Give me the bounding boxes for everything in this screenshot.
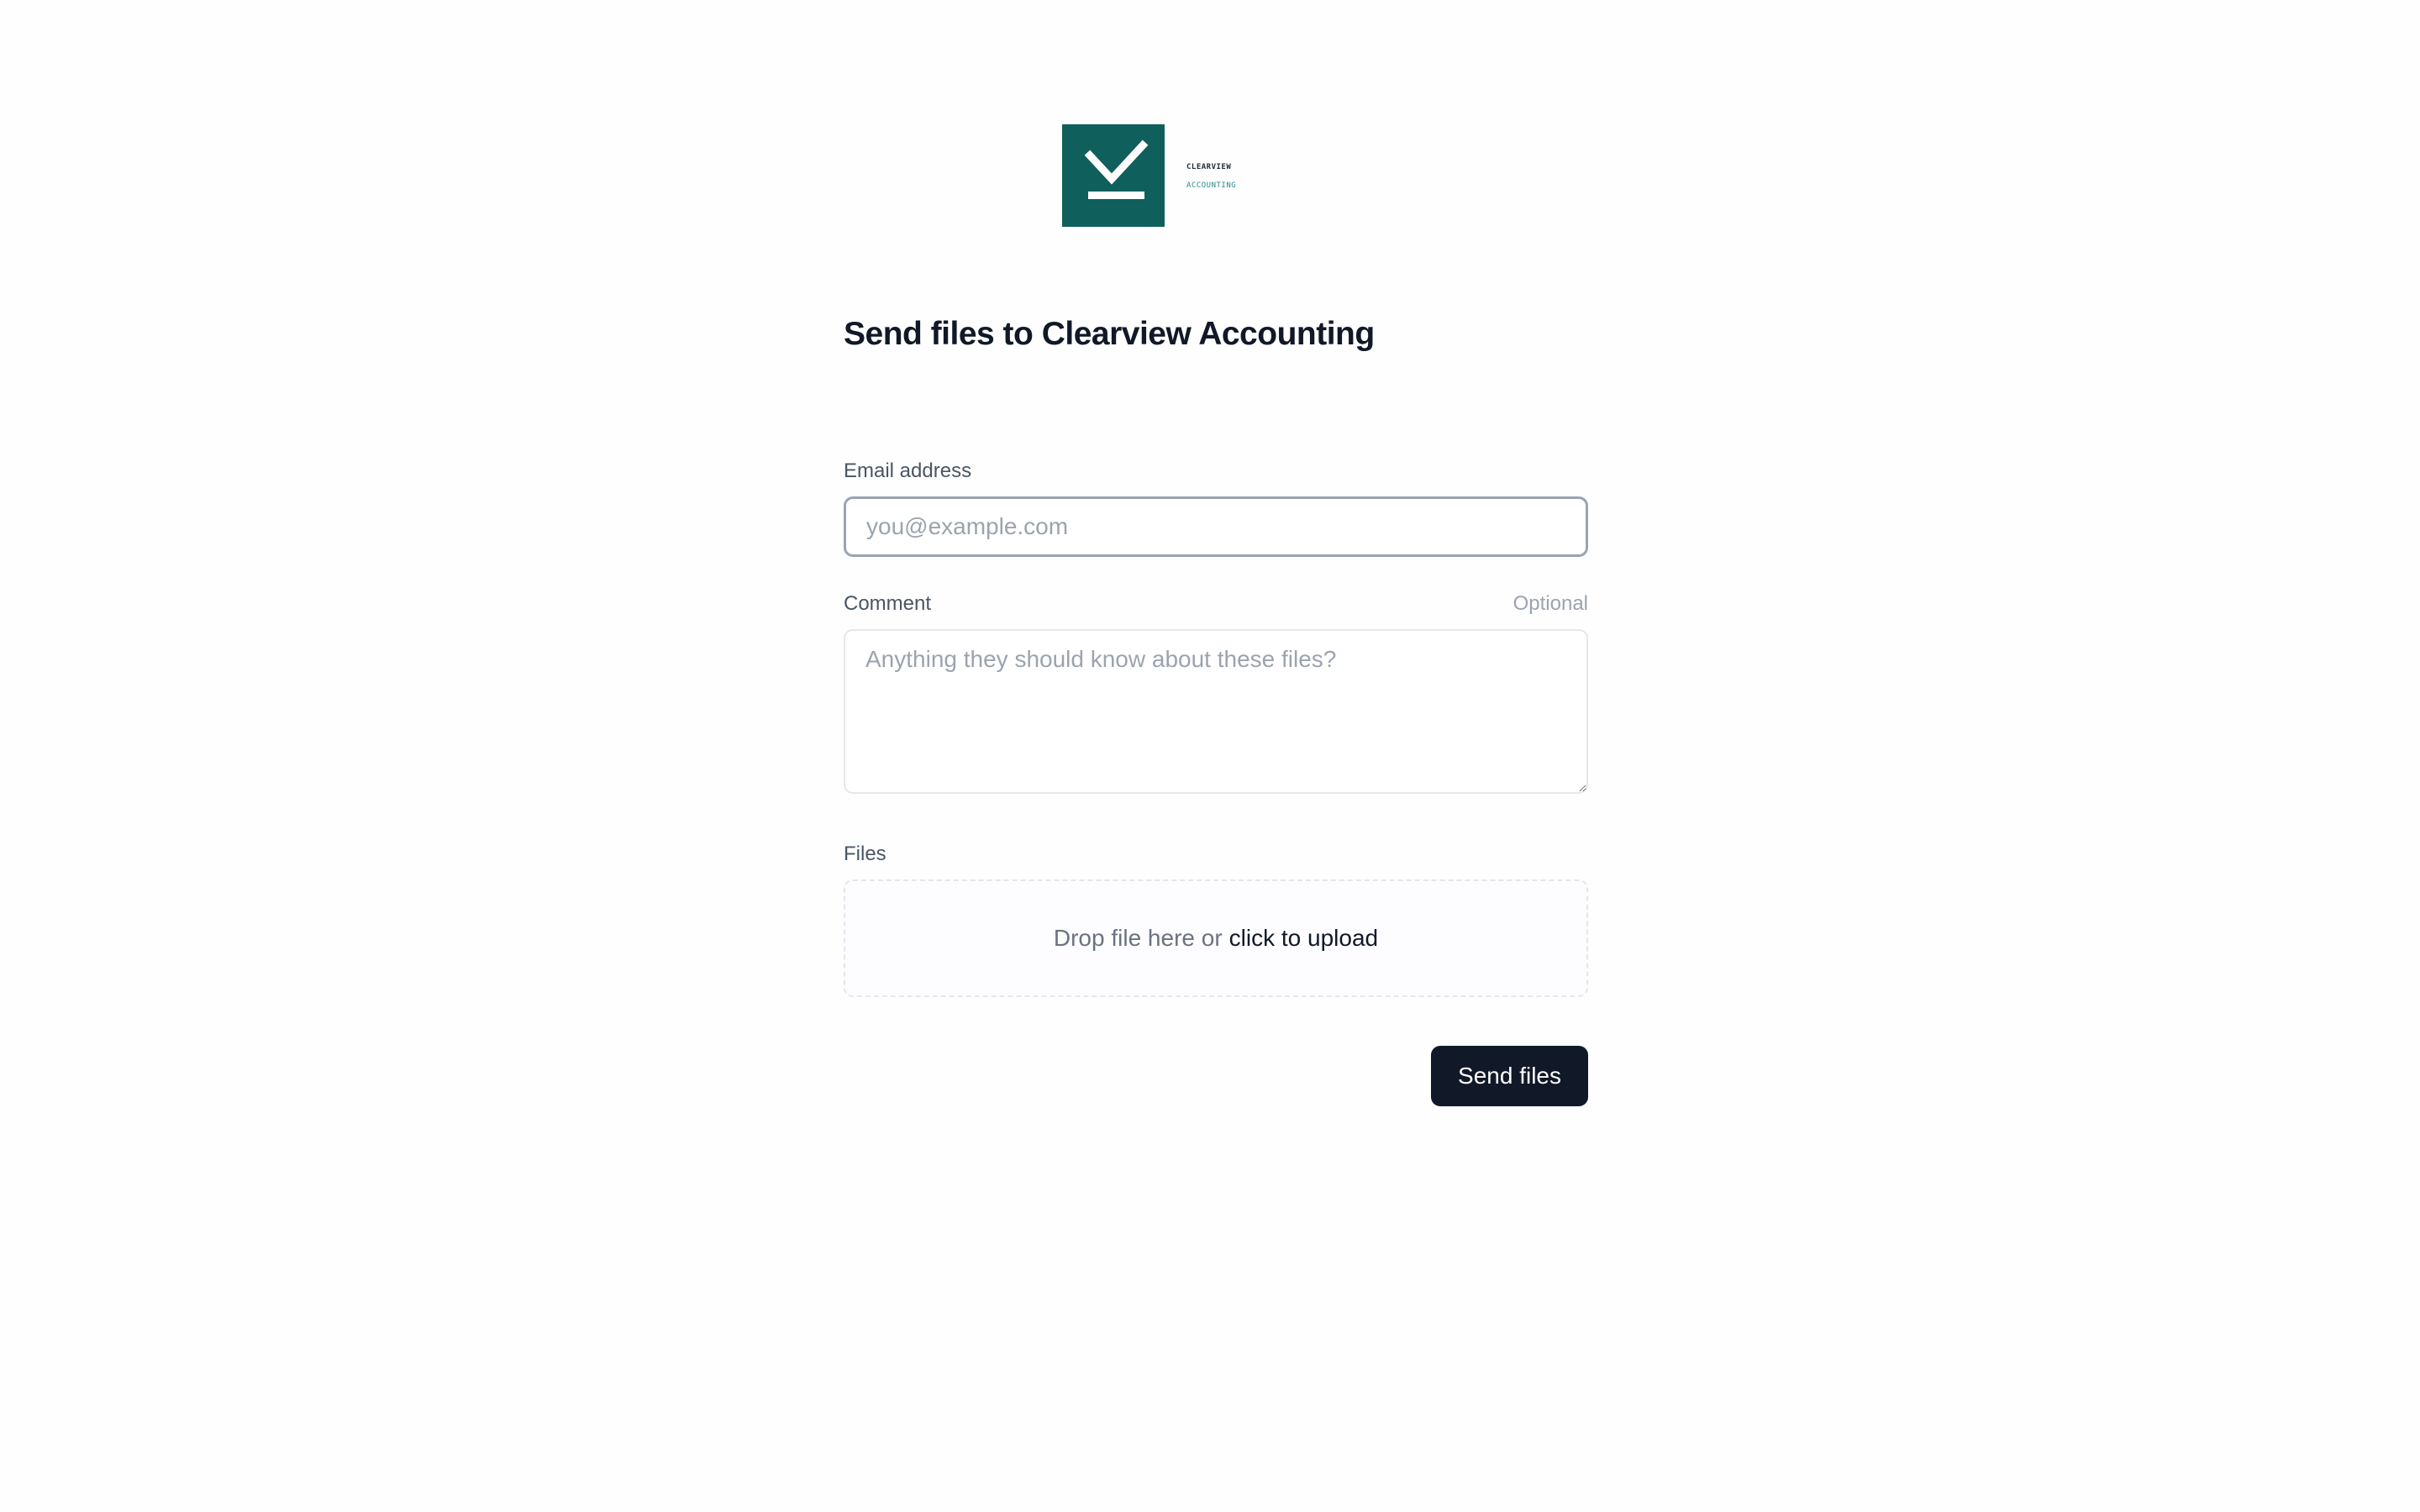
page-title: Send files to Clearview Accounting <box>844 316 1375 352</box>
optional-hint: Optional <box>1512 592 1588 615</box>
send-files-button[interactable]: Send files <box>1431 1046 1588 1106</box>
form-actions: Send files <box>844 1046 1588 1106</box>
checkmark-download-icon <box>1062 124 1165 227</box>
email-field[interactable] <box>844 496 1588 557</box>
logo-wordmark: CLEARVIEW ACCOUNTING <box>1186 163 1236 190</box>
upload-page: CLEARVIEW ACCOUNTING Send files to Clear… <box>0 0 2420 1512</box>
brand-logo: CLEARVIEW ACCOUNTING <box>1062 124 1236 227</box>
file-dropzone[interactable]: Drop file here or click to upload <box>844 879 1588 997</box>
logo-text-line1: CLEARVIEW <box>1186 163 1232 171</box>
files-label: Files <box>844 843 886 865</box>
comment-label: Comment <box>844 592 932 615</box>
email-label-row: Email address <box>844 458 1588 485</box>
comment-label-row: Comment Optional <box>844 591 1588 617</box>
email-label: Email address <box>844 459 972 482</box>
send-files-form: Send files to Clearview Accounting Email… <box>844 309 1588 1106</box>
dropzone-text: Drop file here or <box>1053 925 1223 951</box>
files-label-row: Files <box>844 841 1588 868</box>
comment-textarea[interactable] <box>844 629 1588 794</box>
logo-text-line2: ACCOUNTING <box>1186 181 1237 190</box>
click-to-upload-link[interactable]: click to upload <box>1229 925 1378 952</box>
